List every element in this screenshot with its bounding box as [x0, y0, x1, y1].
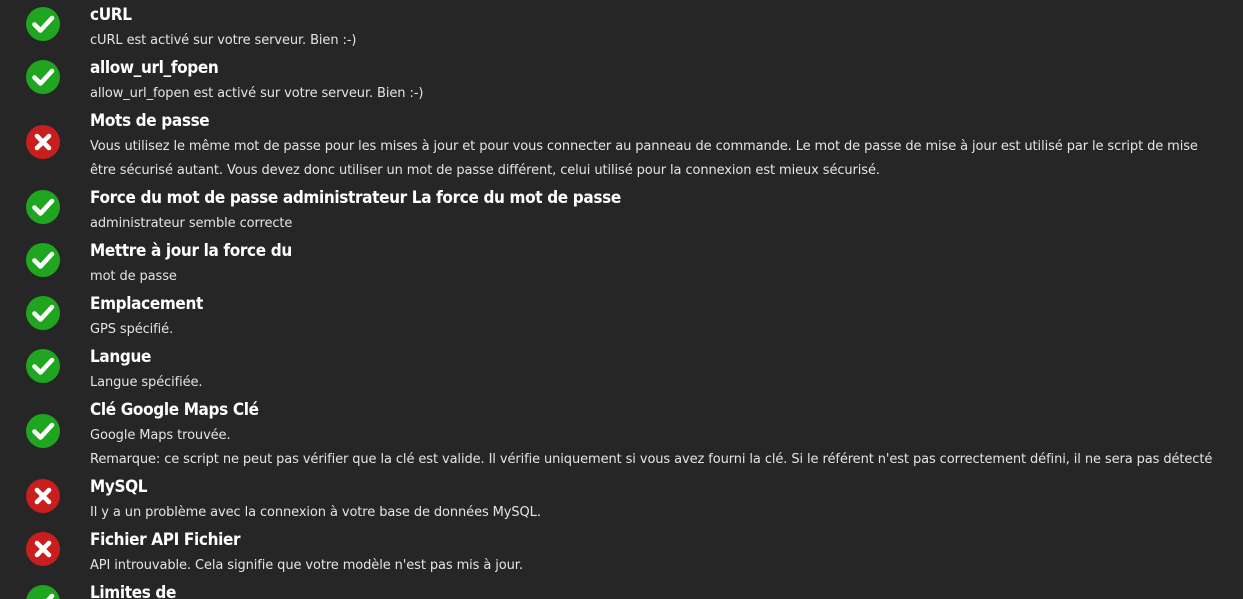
error-circle-icon: [25, 478, 61, 514]
check-description: cURL est activé sur votre serveur. Bien …: [90, 33, 357, 48]
check-circle-icon: [25, 242, 61, 278]
check-circle-icon: [25, 6, 61, 42]
check-circle-icon: [25, 584, 61, 599]
check-title: Force du mot de passe administrateur La …: [90, 188, 621, 208]
check-description: GPS spécifié.: [90, 322, 174, 337]
check-description: API introuvable. Cela signifie que votre…: [90, 558, 523, 573]
check-circle-icon: [25, 189, 61, 225]
check-title: Limites de: [90, 583, 177, 599]
check-title: cURL: [90, 5, 132, 25]
status-check-list: cURL cURL est activé sur votre serveur. B…: [0, 0, 1243, 599]
error-circle-icon: [25, 531, 61, 567]
error-circle-icon: [25, 124, 61, 160]
check-description: être sécurisé autant. Vous devez donc ut…: [90, 163, 880, 178]
check-title: Clé Google Maps Clé: [90, 400, 259, 420]
check-circle-icon: [25, 413, 61, 449]
check-description: allow_url_fopen est activé sur votre ser…: [90, 86, 424, 101]
check-description: administrateur semble correcte: [90, 216, 293, 231]
check-title: allow_url_fopen: [90, 58, 219, 78]
check-description: mot de passe: [90, 269, 177, 284]
check-title: Mots de passe: [90, 111, 210, 131]
check-description: Remarque: ce script ne peut pas vérifier…: [90, 452, 1213, 467]
check-title: Emplacement: [90, 294, 203, 314]
check-title: Mettre à jour la force du: [90, 241, 292, 261]
check-title: MySQL: [90, 477, 148, 497]
check-circle-icon: [25, 295, 61, 331]
check-description: Il y a un problème avec la connexion à v…: [90, 505, 541, 520]
check-title: Fichier API Fichier: [90, 530, 241, 550]
check-title: Langue: [90, 347, 152, 367]
check-description: Google Maps trouvée.: [90, 428, 231, 443]
check-circle-icon: [25, 59, 61, 95]
check-circle-icon: [25, 348, 61, 384]
check-description: Vous utilisez le même mot de passe pour …: [90, 139, 1198, 154]
check-description: Langue spécifiée.: [90, 375, 203, 390]
